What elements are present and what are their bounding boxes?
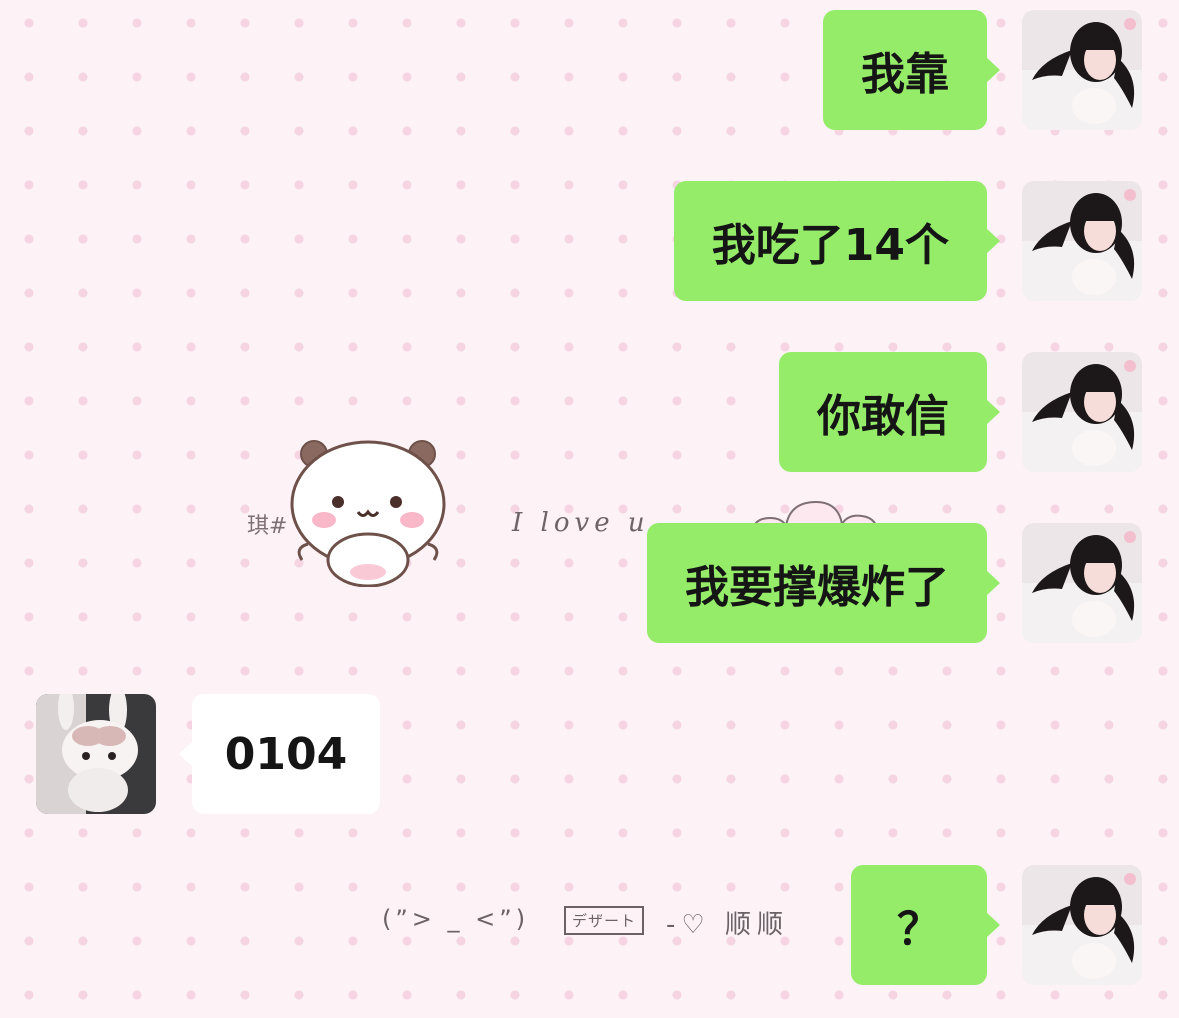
message-text: 你敢信	[817, 391, 949, 442]
girl-photo-icon	[1022, 523, 1142, 643]
girl-photo-icon	[1022, 10, 1142, 130]
message-row-outgoing: ？	[0, 865, 1179, 985]
self-avatar[interactable]	[1022, 352, 1142, 472]
girl-photo-icon	[1022, 181, 1142, 301]
chat-bubble-outgoing[interactable]: 我吃了14个	[673, 181, 1001, 301]
chat-bubble-outgoing[interactable]: 你敢信	[779, 352, 1000, 472]
message-text: ？	[897, 904, 941, 955]
message-text: 我靠	[861, 49, 949, 100]
message-text: 我要撑爆炸了	[685, 562, 949, 613]
chat-bubble-outgoing[interactable]: 我靠	[823, 10, 1000, 130]
chat-bubble-incoming[interactable]: 0104	[179, 694, 380, 814]
chat-bubble-outgoing[interactable]: 我要撑爆炸了	[647, 523, 1000, 643]
message-row-outgoing: 我吃了14个	[0, 181, 1179, 301]
message-row-outgoing: 你敢信	[0, 352, 1179, 472]
message-row-incoming: 0104	[0, 694, 1179, 814]
message-text: 0104	[224, 728, 348, 780]
other-avatar[interactable]	[36, 694, 156, 814]
self-avatar[interactable]	[1022, 865, 1142, 985]
plush-bunny-icon	[36, 694, 156, 814]
self-avatar[interactable]	[1022, 10, 1142, 130]
message-row-outgoing: 我要撑爆炸了	[0, 523, 1179, 643]
girl-photo-icon	[1022, 352, 1142, 472]
chat-bubble-outgoing[interactable]: ？	[851, 865, 1000, 985]
message-row-outgoing: 我靠	[0, 10, 1179, 130]
message-text: 我吃了14个	[711, 220, 949, 271]
self-avatar[interactable]	[1022, 523, 1142, 643]
girl-photo-icon	[1022, 865, 1142, 985]
self-avatar[interactable]	[1022, 181, 1142, 301]
